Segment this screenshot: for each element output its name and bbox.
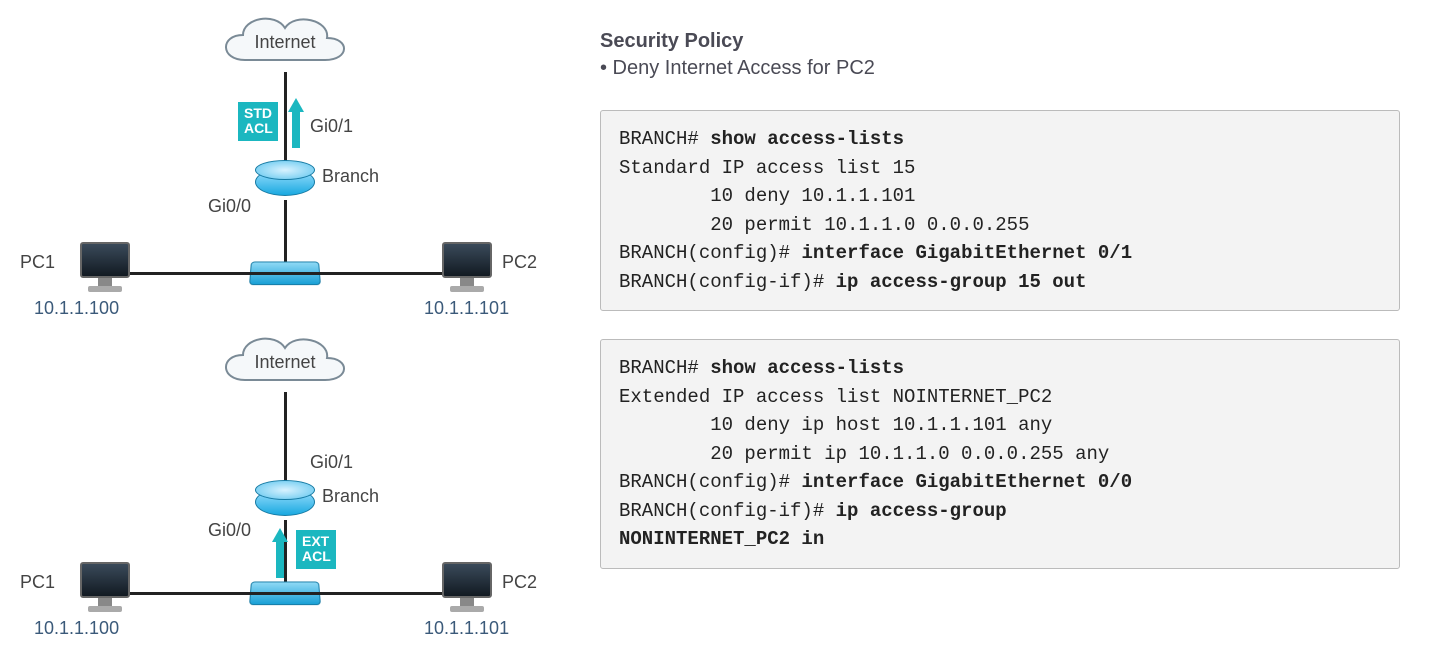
link-line [284,200,287,264]
output-line: 10 deny 10.1.1.101 [619,185,915,207]
link-line [106,272,466,275]
router-label: Branch [322,166,379,187]
cmd: ip access-group 15 out [836,271,1087,293]
prompt: BRANCH# [619,357,710,379]
output-line: Standard IP access list 15 [619,157,915,179]
prompt: BRANCH(config-if)# [619,271,836,293]
arrow-up-icon [272,528,288,578]
pc-icon [438,242,496,292]
prompt: BRANCH(config-if)# [619,500,836,522]
pc1-label: PC1 [20,572,55,593]
acl-tag-line1: EXT [302,533,329,549]
router-icon [255,480,315,524]
terminal-std-acl: BRANCH# show access-lists Standard IP ac… [600,110,1400,311]
pc2-label: PC2 [502,572,537,593]
if-gi01-label: Gi0/1 [310,116,353,137]
if-gi00-label: Gi0/0 [208,196,251,217]
acl-tag-ext: EXT ACL [296,530,336,569]
acl-tag-line2: ACL [244,120,273,136]
cloud-icon: Internet [215,330,355,394]
cmd: NONINTERNET_PC2 in [619,528,824,550]
prompt: BRANCH(config)# [619,471,801,493]
link-line [284,72,287,168]
cloud-label: Internet [215,352,355,373]
arrow-up-icon [288,98,304,148]
acl-tag-line2: ACL [302,548,331,564]
pc2-ip: 10.1.1.101 [424,618,509,639]
policy-heading: Security Policy [600,30,1400,53]
pc-icon [438,562,496,612]
cmd: interface GigabitEthernet 0/0 [801,471,1132,493]
prompt: BRANCH(config)# [619,242,801,264]
topology-std-acl: Internet STD ACL Gi0/1 Branch Gi0/0 [10,10,560,330]
pc1-label: PC1 [20,252,55,273]
cloud-label: Internet [215,32,355,53]
pc1-ip: 10.1.1.100 [34,298,119,319]
cloud-icon: Internet [215,10,355,74]
cmd: show access-lists [710,357,904,379]
router-label: Branch [322,486,379,507]
topology-column: Internet STD ACL Gi0/1 Branch Gi0/0 [10,10,560,650]
acl-tag-std: STD ACL [238,102,278,141]
acl-tag-line1: STD [244,105,272,121]
pc-icon [76,242,134,292]
output-line: 20 permit 10.1.1.0 0.0.0.255 [619,214,1029,236]
pc-icon [76,562,134,612]
policy-bullet: • Deny Internet Access for PC2 [600,57,1400,80]
cmd: ip access-group [836,500,1007,522]
link-line [106,592,466,595]
text-column: Security Policy • Deny Internet Access f… [600,10,1400,650]
if-gi00-label: Gi0/0 [208,520,251,541]
cmd: interface GigabitEthernet 0/1 [801,242,1132,264]
terminal-ext-acl: BRANCH# show access-lists Extended IP ac… [600,339,1400,569]
link-line [284,392,287,488]
cmd: show access-lists [710,128,904,150]
pc2-label: PC2 [502,252,537,273]
pc1-ip: 10.1.1.100 [34,618,119,639]
output-line: 20 permit ip 10.1.1.0 0.0.0.255 any [619,443,1109,465]
output-line: Extended IP access list NOINTERNET_PC2 [619,386,1052,408]
router-icon [255,160,315,204]
if-gi01-label: Gi0/1 [310,452,353,473]
output-line: 10 deny ip host 10.1.1.101 any [619,414,1052,436]
prompt: BRANCH# [619,128,710,150]
topology-ext-acl: Internet Gi0/1 Branch Gi0/0 EXT ACL [10,330,560,650]
pc2-ip: 10.1.1.101 [424,298,509,319]
